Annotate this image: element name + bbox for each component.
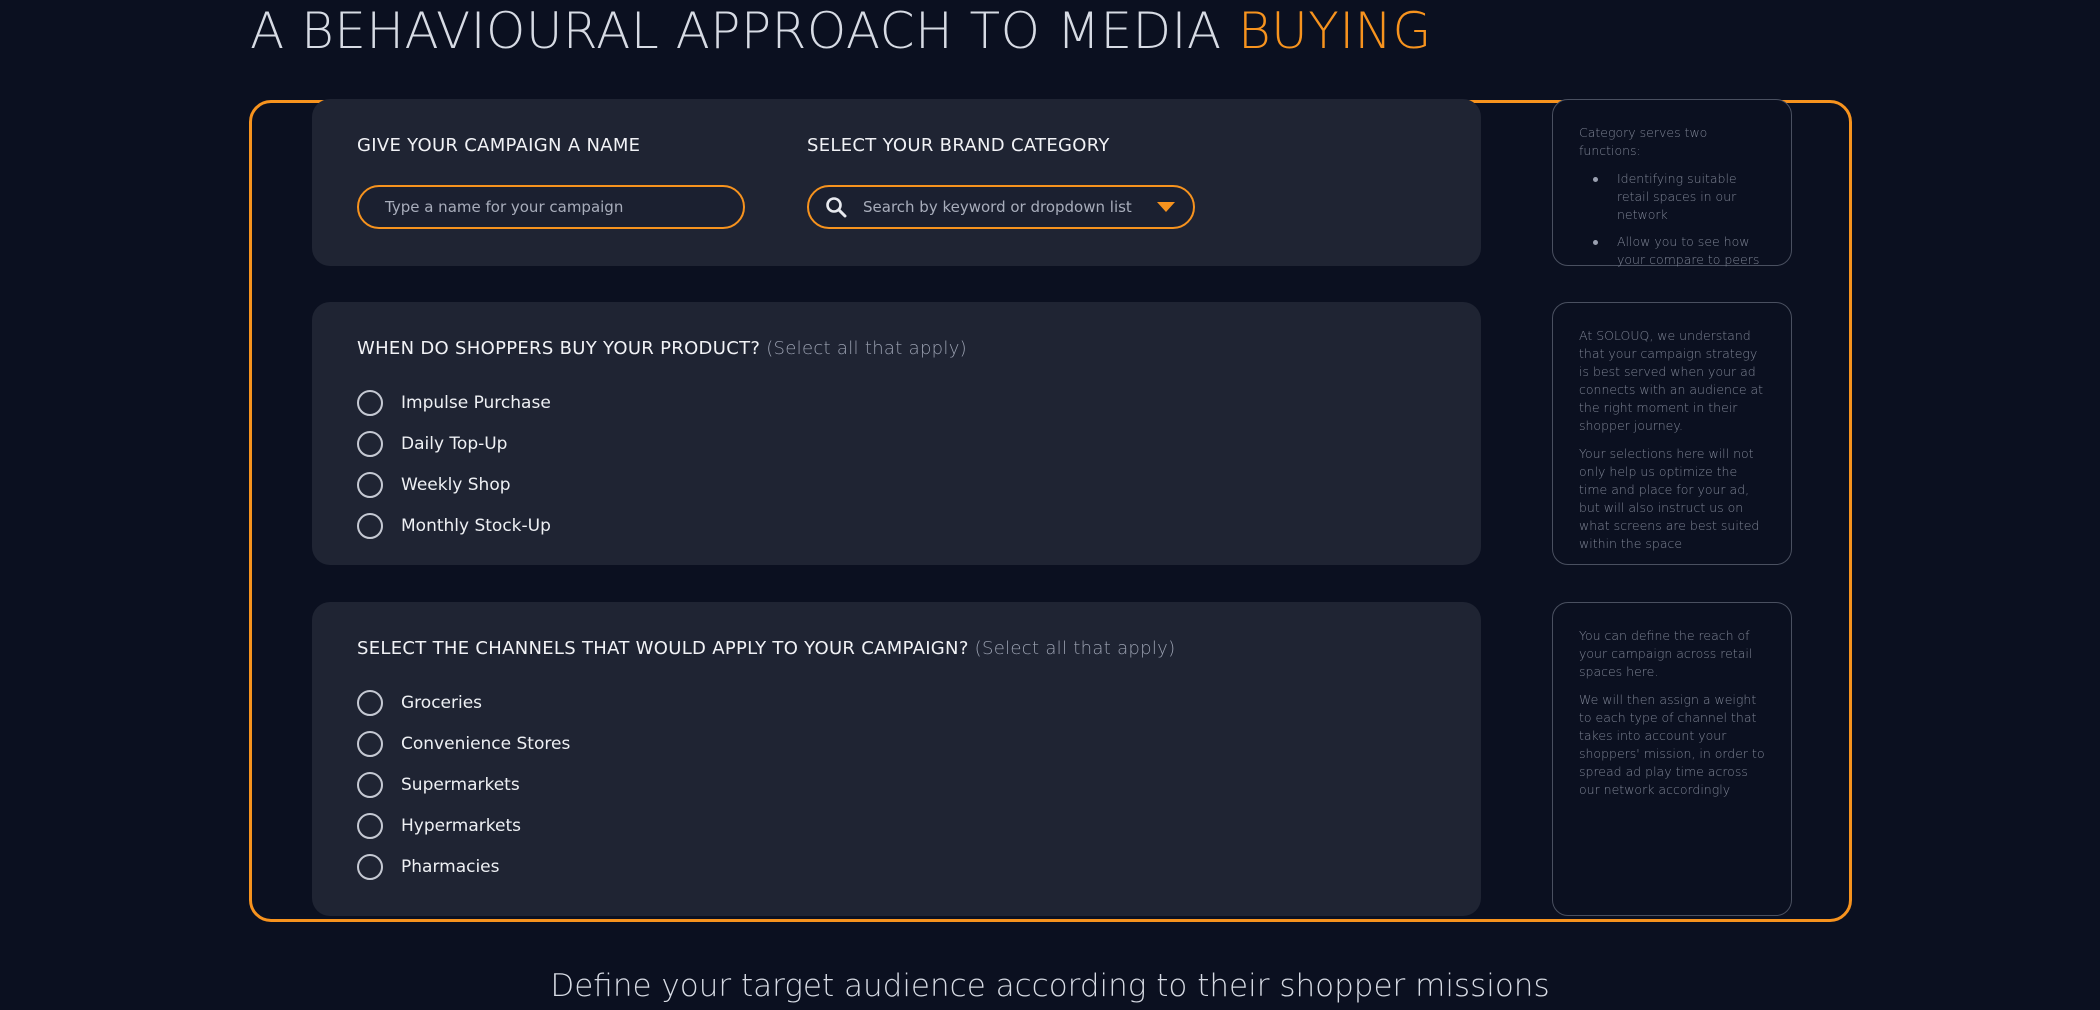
category-info-item: Allow you to see how your compare to pee… xyxy=(1593,233,1765,269)
purchase-timing-info-p2: Your selections here will not only help … xyxy=(1579,446,1760,551)
channels-info-panel: You can define the reach of your campaig… xyxy=(1552,602,1792,916)
option-label: Groceries xyxy=(401,692,483,713)
campaign-name-input[interactable]: Type a name for your campaign xyxy=(357,185,745,229)
category-info-item: Identifying suitable retail spaces in ou… xyxy=(1593,170,1765,224)
brand-category-label: SELECT YOUR BRAND CATEGORY xyxy=(807,135,1110,156)
radio-button[interactable] xyxy=(357,771,383,798)
option-weekly-shop[interactable]: Weekly Shop xyxy=(357,464,551,505)
channels-title: SELECT THE CHANNELS THAT WOULD APPLY TO … xyxy=(357,638,969,659)
category-info-intro: Category serves two functions: xyxy=(1579,125,1708,158)
radio-button[interactable] xyxy=(357,389,383,416)
search-icon xyxy=(825,196,847,218)
page-title-accent: BUYING xyxy=(1237,2,1432,60)
section-heading: Define your target audience according to… xyxy=(550,968,1550,1004)
purchase-timing-question: WHEN DO SHOPPERS BUY YOUR PRODUCT? (Selec… xyxy=(357,338,967,359)
option-label: Supermarkets xyxy=(401,774,520,795)
purchase-timing-hint: (Select all that apply) xyxy=(766,338,967,359)
radio-button[interactable] xyxy=(357,512,383,539)
radio-button[interactable] xyxy=(357,853,383,880)
option-label: Hypermarkets xyxy=(401,815,521,836)
purchase-timing-info-p1: At SOLOUQ, we understand that your campa… xyxy=(1579,328,1764,433)
option-hypermarkets[interactable]: Hypermarkets xyxy=(357,805,570,846)
option-label: Weekly Shop xyxy=(401,474,511,495)
purchase-timing-title: WHEN DO SHOPPERS BUY YOUR PRODUCT? xyxy=(357,338,761,359)
option-label: Monthly Stock-Up xyxy=(401,515,551,536)
radio-button[interactable] xyxy=(357,430,383,457)
option-convenience-stores[interactable]: Convenience Stores xyxy=(357,723,570,764)
page-title-main: A BEHAVIOURAL APPROACH TO MEDIA xyxy=(250,2,1238,60)
category-info-panel: Category serves two functions: Identifyi… xyxy=(1552,99,1792,269)
option-label: Daily Top-Up xyxy=(401,433,508,454)
radio-button[interactable] xyxy=(357,730,383,757)
category-info-list: Identifying suitable retail spaces in ou… xyxy=(1579,170,1765,269)
purchase-timing-card: WHEN DO SHOPPERS BUY YOUR PRODUCT? (Selec… xyxy=(312,302,1481,565)
option-monthly-stock-up[interactable]: Monthly Stock-Up xyxy=(357,505,551,546)
channels-question: SELECT THE CHANNELS THAT WOULD APPLY TO … xyxy=(357,638,1175,659)
campaign-name-placeholder: Type a name for your campaign xyxy=(385,198,624,216)
option-daily-top-up[interactable]: Daily Top-Up xyxy=(357,423,551,464)
option-impulse-purchase[interactable]: Impulse Purchase xyxy=(357,382,551,423)
brand-category-select[interactable]: Search by keyword or dropdown list xyxy=(807,185,1195,229)
campaign-name-label: GIVE YOUR CAMPAIGN A NAME xyxy=(357,135,641,156)
option-label: Impulse Purchase xyxy=(401,392,551,413)
channels-info-p1: You can define the reach of your campaig… xyxy=(1579,628,1753,679)
chevron-down-icon[interactable] xyxy=(1157,202,1175,212)
channels-info-p2: We will then assign a weight to each typ… xyxy=(1579,692,1765,797)
purchase-timing-info-panel: At SOLOUQ, we understand that your campa… xyxy=(1552,302,1792,565)
campaign-setup-card: GIVE YOUR CAMPAIGN A NAME SELECT YOUR BR… xyxy=(312,99,1481,266)
option-groceries[interactable]: Groceries xyxy=(357,682,570,723)
channels-card: SELECT THE CHANNELS THAT WOULD APPLY TO … xyxy=(312,602,1481,916)
option-label: Pharmacies xyxy=(401,856,500,877)
option-supermarkets[interactable]: Supermarkets xyxy=(357,764,570,805)
radio-button[interactable] xyxy=(357,812,383,839)
page-title: A BEHAVIOURAL APPROACH TO MEDIA BUYING xyxy=(250,2,1432,60)
option-pharmacies[interactable]: Pharmacies xyxy=(357,846,570,887)
radio-button[interactable] xyxy=(357,471,383,498)
channels-options: Groceries Convenience Stores Supermarket… xyxy=(357,682,570,887)
brand-category-placeholder: Search by keyword or dropdown list xyxy=(863,198,1132,216)
purchase-timing-options: Impulse Purchase Daily Top-Up Weekly Sho… xyxy=(357,382,551,546)
radio-button[interactable] xyxy=(357,689,383,716)
channels-hint: (Select all that apply) xyxy=(974,638,1176,659)
option-label: Convenience Stores xyxy=(401,733,571,754)
